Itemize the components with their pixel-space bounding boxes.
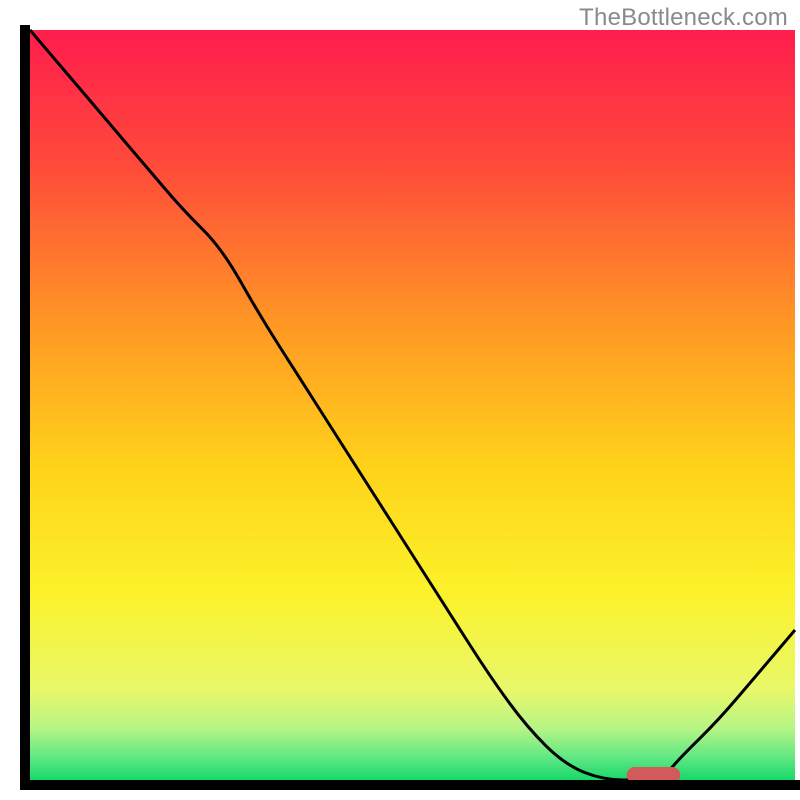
chart-container: { "watermark": "TheBottleneck.com", "cha… <box>0 0 800 800</box>
watermark-text: TheBottleneck.com <box>579 4 788 32</box>
plot-background <box>30 30 795 780</box>
chart-svg <box>0 0 800 800</box>
